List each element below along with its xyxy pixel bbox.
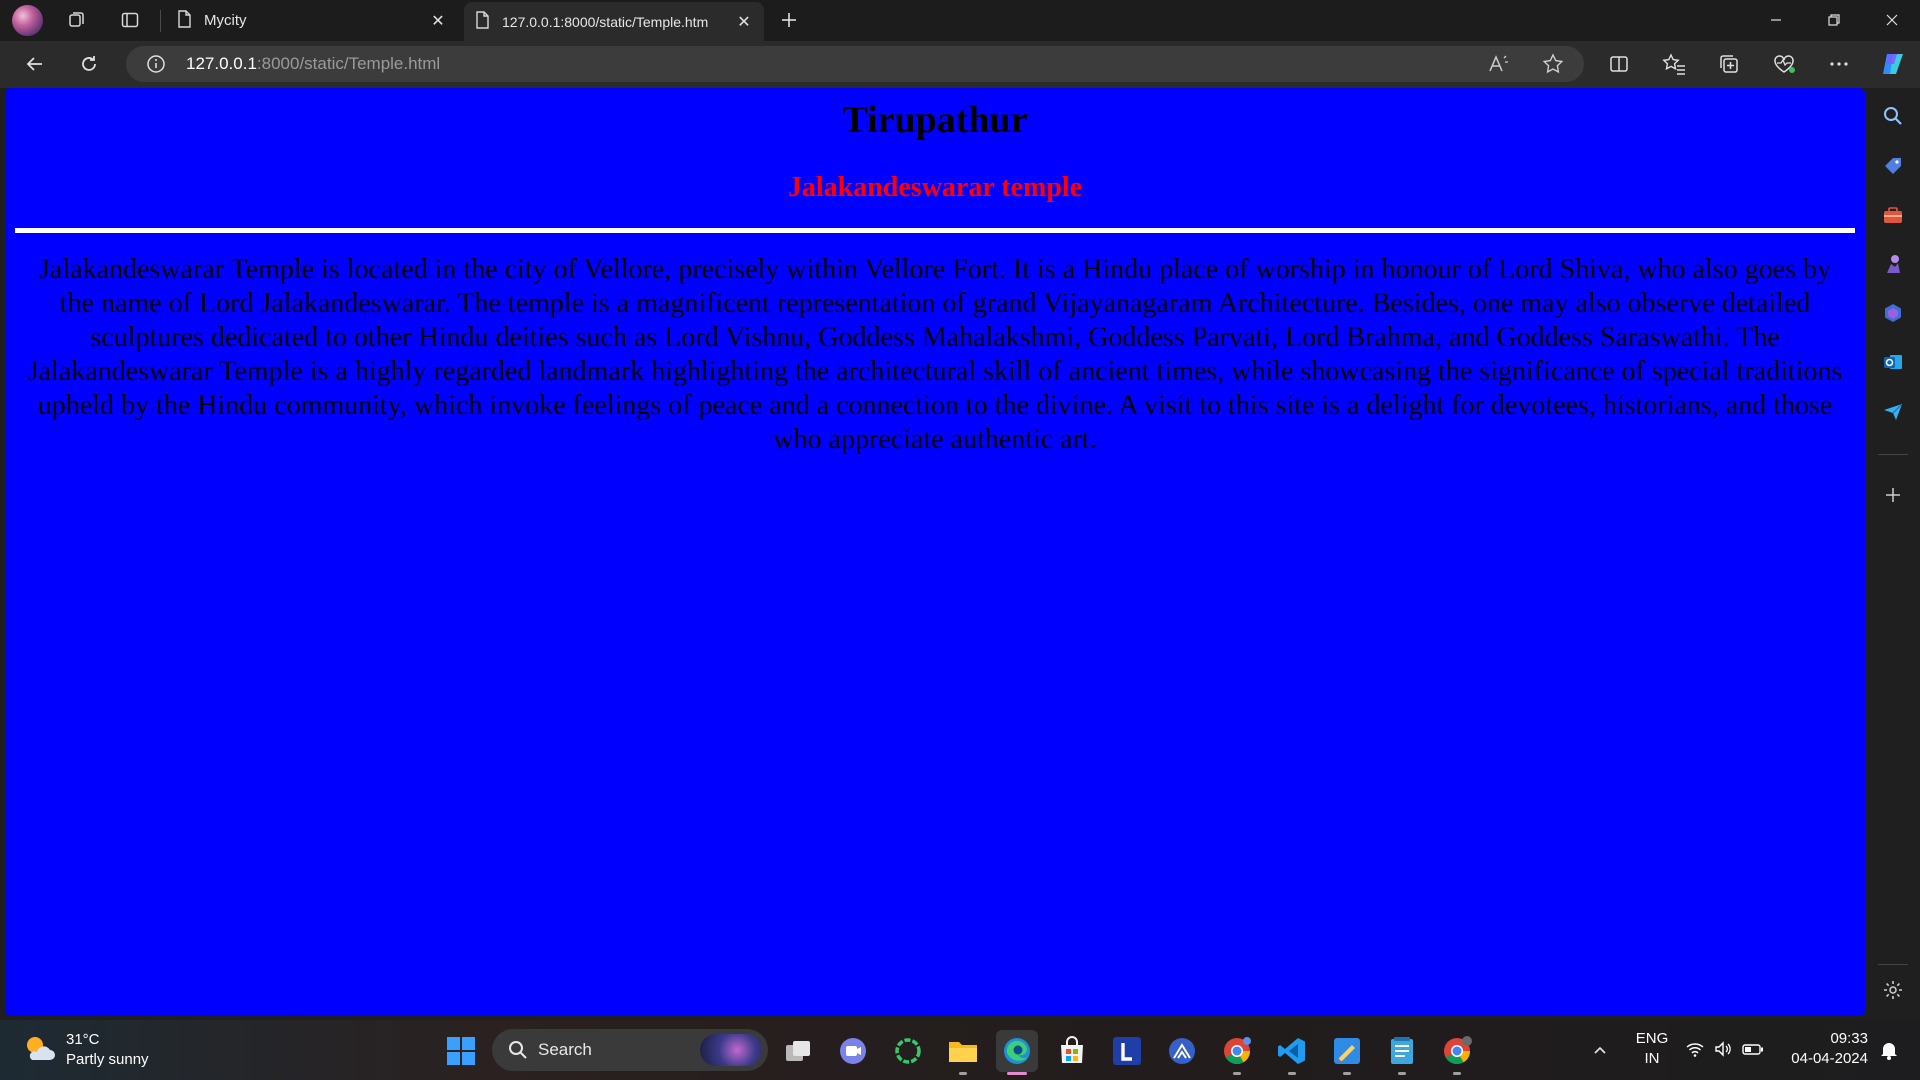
- app-green-ring-icon[interactable]: [887, 1030, 929, 1072]
- microsoft-365-icon[interactable]: [1879, 299, 1907, 327]
- add-sidebar-app-icon[interactable]: [1879, 481, 1907, 509]
- send-icon[interactable]: [1879, 397, 1907, 425]
- minimize-button[interactable]: [1748, 0, 1804, 40]
- tab-title: Mycity: [204, 12, 247, 29]
- running-indicator: [1343, 1072, 1351, 1075]
- microsoft-store-icon[interactable]: [1051, 1030, 1093, 1072]
- site-info-icon[interactable]: [146, 54, 166, 79]
- tab-title: 127.0.0.1:8000/static/Temple.htm: [502, 13, 709, 30]
- url-path: :8000/static/Temple.html: [256, 54, 441, 73]
- sidebar-divider: [1878, 454, 1908, 455]
- page-title: Tirupathur: [842, 99, 1028, 141]
- browser-essentials-icon[interactable]: [1765, 47, 1803, 81]
- region-code: IN: [1644, 1050, 1660, 1067]
- clock-time: 09:33: [1830, 1030, 1868, 1047]
- teams-chat-icon[interactable]: [832, 1030, 874, 1072]
- back-button[interactable]: [16, 47, 54, 81]
- browser-toolbar: 127.0.0.1:8000/static/Temple.html: [0, 41, 1920, 88]
- chrome-icon[interactable]: [1216, 1030, 1258, 1075]
- workspaces-icon[interactable]: [61, 5, 93, 35]
- weather-temperature: 31°C: [66, 1031, 100, 1048]
- url-text: 127.0.0.1:8000/static/Temple.html: [186, 54, 440, 74]
- temple-description: Jalakandeswarar Temple is located in the…: [27, 254, 1843, 455]
- sidebar-divider: [1878, 964, 1908, 965]
- volume-icon: [1714, 1040, 1732, 1063]
- horizontal-rule: [15, 228, 1855, 233]
- running-indicator: [1233, 1072, 1241, 1075]
- task-view-icon[interactable]: [777, 1030, 819, 1072]
- favorite-star-icon[interactable]: [1542, 53, 1564, 80]
- app-triangle-icon[interactable]: [1161, 1030, 1203, 1072]
- weather-widget[interactable]: 31°C Partly sunny: [22, 1030, 149, 1070]
- more-options-icon[interactable]: [1820, 47, 1858, 81]
- clock-date: 04-04-2024: [1791, 1050, 1868, 1067]
- language-code: ENG: [1635, 1030, 1669, 1047]
- close-tab-icon[interactable]: ✕: [428, 11, 448, 31]
- games-icon[interactable]: [1879, 250, 1907, 278]
- show-hidden-icons-chevron-icon[interactable]: [1582, 1032, 1618, 1068]
- clock[interactable]: 09:33 04-04-2024: [1780, 1029, 1868, 1069]
- restore-button[interactable]: [1806, 0, 1862, 40]
- close-window-button[interactable]: [1864, 0, 1920, 40]
- taskbar-search[interactable]: Search: [492, 1029, 768, 1071]
- quick-settings[interactable]: [1686, 1040, 1764, 1063]
- running-indicator: [1398, 1072, 1406, 1075]
- close-tab-icon[interactable]: ✕: [734, 12, 754, 32]
- tab-temple[interactable]: 127.0.0.1:8000/static/Temple.htm ✕: [464, 2, 764, 41]
- wifi-icon: [1686, 1040, 1704, 1063]
- partly-sunny-icon: [22, 1033, 56, 1068]
- tools-icon[interactable]: [1879, 201, 1907, 229]
- read-aloud-icon[interactable]: [1488, 54, 1510, 79]
- paint-icon[interactable]: [1326, 1030, 1368, 1075]
- profile-avatar[interactable]: [12, 5, 43, 36]
- tab-divider: [160, 10, 161, 32]
- tab-actions-icon[interactable]: [114, 5, 146, 35]
- input-language[interactable]: ENG IN: [1632, 1029, 1672, 1069]
- notification-bell-icon[interactable]: [1874, 1035, 1904, 1065]
- file-explorer-icon[interactable]: [942, 1030, 984, 1075]
- chrome-profile-icon[interactable]: [1436, 1030, 1478, 1075]
- page-icon: [176, 9, 192, 32]
- windows-taskbar: 31°C Partly sunny Search ENG IN 09:33 04…: [0, 1020, 1920, 1080]
- start-windows-icon[interactable]: [440, 1030, 482, 1072]
- running-indicator: [1288, 1072, 1296, 1075]
- tab-mycity[interactable]: Mycity ✕: [166, 2, 458, 39]
- sidebar-settings-icon[interactable]: [1879, 976, 1907, 1004]
- web-page-viewport: Tirupathur Jalakandeswarar temple Jalaka…: [5, 88, 1865, 1016]
- url-host: 127.0.0.1: [186, 54, 257, 73]
- outlook-icon[interactable]: [1879, 348, 1907, 376]
- address-bar[interactable]: 127.0.0.1:8000/static/Temple.html: [126, 46, 1584, 82]
- search-icon: [508, 1040, 528, 1060]
- search-highlight-image: [700, 1034, 762, 1066]
- shopping-tag-icon[interactable]: [1879, 152, 1907, 180]
- copilot-icon[interactable]: [1874, 47, 1912, 81]
- temple-heading: Jalakandeswarar temple: [787, 172, 1083, 203]
- running-indicator: [1453, 1072, 1461, 1075]
- vscode-icon[interactable]: [1271, 1030, 1313, 1075]
- running-indicator: [1007, 1072, 1027, 1075]
- weather-condition: Partly sunny: [66, 1051, 149, 1068]
- page-icon: [474, 10, 490, 33]
- notepad-icon[interactable]: [1381, 1030, 1423, 1075]
- edge-sidebar: [1866, 88, 1920, 1016]
- tab-strip: Mycity ✕ 127.0.0.1:8000/static/Temple.ht…: [0, 0, 1920, 41]
- refresh-button[interactable]: [70, 47, 108, 81]
- split-screen-icon[interactable]: [1600, 47, 1638, 81]
- battery-icon: [1742, 1040, 1764, 1063]
- favorites-icon[interactable]: [1655, 47, 1693, 81]
- running-indicator: [959, 1072, 967, 1075]
- app-l-icon[interactable]: [1106, 1030, 1148, 1072]
- search-label: Search: [538, 1040, 592, 1059]
- edge-browser-icon[interactable]: [996, 1030, 1038, 1075]
- collections-icon[interactable]: [1710, 47, 1748, 81]
- new-tab-button[interactable]: [773, 5, 805, 35]
- search-icon[interactable]: [1879, 102, 1907, 130]
